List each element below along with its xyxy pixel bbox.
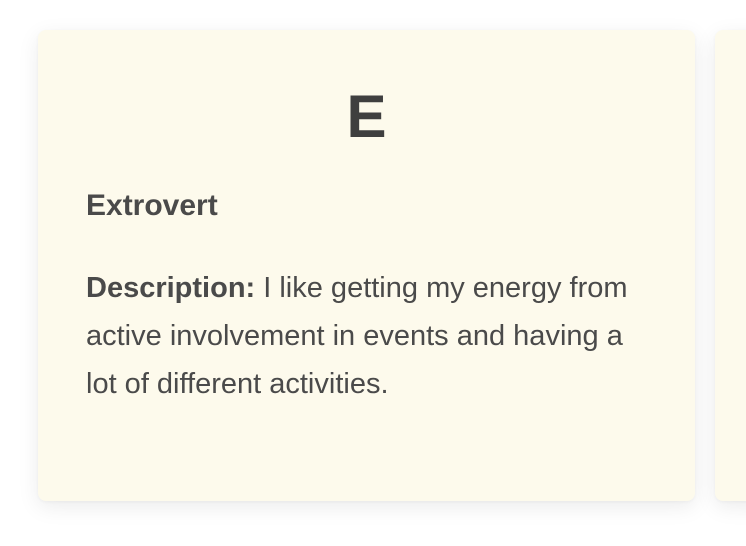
personality-card-e[interactable]: E Extrovert Description: I like getting … (38, 30, 695, 501)
type-name: Extrovert (86, 189, 218, 222)
personality-cards-carousel: E Extrovert Description: I like getting … (0, 0, 746, 546)
type-letter: E (346, 83, 387, 150)
description-label: Description: (86, 272, 256, 304)
personality-card-next[interactable] (715, 30, 746, 501)
type-description: Description: I like getting my energy fr… (86, 264, 647, 408)
